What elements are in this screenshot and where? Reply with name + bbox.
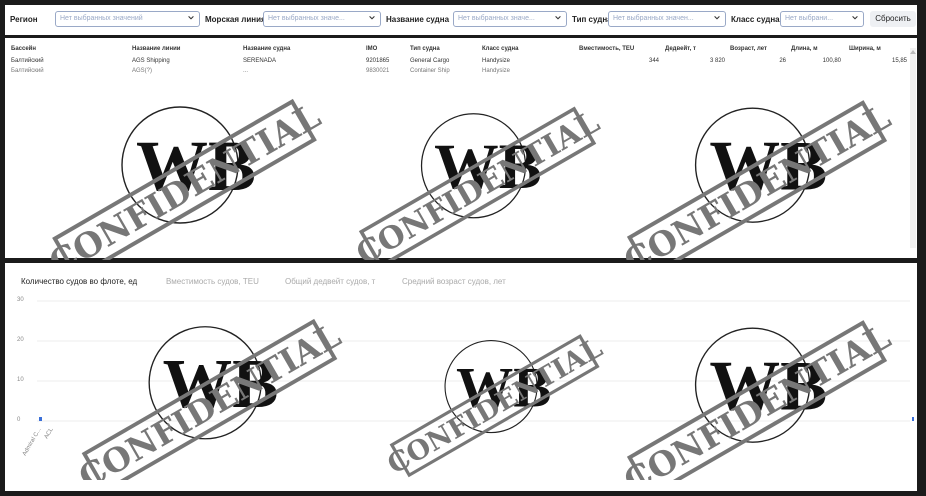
reset-button[interactable]: Сбросить <box>870 11 916 27</box>
svg-text:CONFIDENTIAL: CONFIDENTIAL <box>617 317 897 480</box>
cell-basin: Балтийский <box>11 58 44 64</box>
table-header: Бассейн Название линии Название судна IM… <box>5 46 917 56</box>
confidential-stamp: CONFIDENTIAL <box>617 317 897 480</box>
cell-length: 100,80 <box>822 58 841 64</box>
region-select[interactable]: Нет выбранных значений <box>55 11 200 27</box>
chevron-down-icon <box>714 16 720 20</box>
col-imo[interactable]: IMO <box>366 46 377 52</box>
vessel-name-label: Название судна <box>386 15 450 24</box>
x-tick-label: Admiral C... <box>22 427 43 457</box>
confidential-watermark: WB CONFIDENTIAL <box>382 333 607 480</box>
vessel-class-select[interactable]: Нет выбрани... <box>780 11 864 27</box>
svg-text:CONFIDENTIAL: CONFIDENTIAL <box>350 104 605 260</box>
cell-vessel-name: SERENADA <box>243 58 277 64</box>
vessel-name-placeholder: Нет выбранных значе... <box>458 15 535 22</box>
chevron-down-icon <box>369 16 375 20</box>
region-label: Регион <box>10 15 38 24</box>
confidential-watermark: WB CONFIDENTIAL <box>617 317 897 480</box>
table-scrollbar[interactable] <box>910 48 916 248</box>
vessel-class-label: Класс судна <box>731 15 780 24</box>
chevron-down-icon <box>555 16 561 20</box>
bar[interactable] <box>39 417 42 421</box>
svg-text:CONFIDENTIAL: CONFIDENTIAL <box>43 96 328 260</box>
line-select[interactable]: Нет выбранных значе... <box>263 11 381 27</box>
confidential-watermark: WB CONFIDENTIAL <box>617 97 897 260</box>
col-vessel-class[interactable]: Класс судна <box>482 46 518 52</box>
col-line[interactable]: Название линии <box>132 46 181 52</box>
cell-line: AGS Shipping <box>132 58 170 64</box>
cell-vessel-type: Container Ship <box>410 68 450 74</box>
col-vessel-name[interactable]: Название судна <box>243 46 290 52</box>
cell-line: AGS(?) <box>132 68 153 74</box>
vessel-class-placeholder: Нет выбрани... <box>785 15 834 22</box>
cell-vessel-class: Handysize <box>482 58 511 64</box>
svg-text:CONFIDENTIAL: CONFIDENTIAL <box>617 97 897 260</box>
cell-imo: 9830021 <box>366 68 390 74</box>
col-deadweight[interactable]: Дедвейт, т <box>665 46 696 52</box>
bar[interactable] <box>912 417 914 421</box>
confidential-stamp: CONFIDENTIAL <box>350 104 606 260</box>
cell-width: 15,85 <box>891 58 907 64</box>
col-vessel-type[interactable]: Тип судна <box>410 46 440 52</box>
confidential-stamp: CONFIDENTIAL <box>617 97 897 260</box>
region-placeholder: Нет выбранных значений <box>60 15 143 22</box>
col-basin[interactable]: Бассейн <box>11 46 36 52</box>
cell-deadweight: 3 820 <box>709 58 725 64</box>
filter-bar: Регион Нет выбранных значений Морская ли… <box>5 5 917 35</box>
vessel-type-label: Тип судна <box>572 15 612 24</box>
col-teu[interactable]: Вместимость, TEU <box>579 46 634 52</box>
chevron-down-icon <box>852 16 858 20</box>
confidential-stamp: CONFIDENTIAL <box>382 333 607 480</box>
svg-text:CONFIDENTIAL: CONFIDENTIAL <box>382 333 607 480</box>
line-label: Морская линия <box>205 15 266 24</box>
col-age[interactable]: Возраст, лет <box>730 46 767 52</box>
svg-text:CONFIDENTIAL: CONFIDENTIAL <box>72 315 347 480</box>
vessel-name-select[interactable]: Нет выбранных значе... <box>453 11 567 27</box>
table-row[interactable]: Балтийский AGS(?) ... 9830021 Container … <box>5 68 917 78</box>
cell-teu: 344 <box>648 58 659 64</box>
cell-imo: 9201865 <box>366 58 390 64</box>
cell-vessel-class: Handysize <box>482 68 511 74</box>
chevron-down-icon <box>188 16 194 20</box>
col-width[interactable]: Ширина, м <box>849 46 881 52</box>
vessel-type-placeholder: Нет выбранных значен... <box>613 15 694 22</box>
vessel-type-select[interactable]: Нет выбранных значен... <box>608 11 726 27</box>
x-tick-label: ACL <box>44 426 55 440</box>
confidential-watermark: WB CONFIDENTIAL <box>43 96 328 260</box>
confidential-stamp: CONFIDENTIAL <box>43 96 328 260</box>
scroll-up-icon[interactable] <box>910 50 916 54</box>
confidential-watermark: WB CONFIDENTIAL <box>350 104 606 260</box>
confidential-stamp: CONFIDENTIAL <box>72 315 347 480</box>
line-placeholder: Нет выбранных значе... <box>268 15 345 22</box>
table-row[interactable]: Балтийский AGS Shipping SERENADA 9201865… <box>5 58 917 68</box>
cell-basin: Балтийский <box>11 68 44 74</box>
cell-vessel-name: ... <box>243 68 249 74</box>
col-length[interactable]: Длина, м <box>791 46 818 52</box>
cell-age: 26 <box>779 58 786 64</box>
confidential-watermark: WB CONFIDENTIAL <box>72 315 347 480</box>
cell-vessel-type: General Cargo <box>410 58 450 64</box>
